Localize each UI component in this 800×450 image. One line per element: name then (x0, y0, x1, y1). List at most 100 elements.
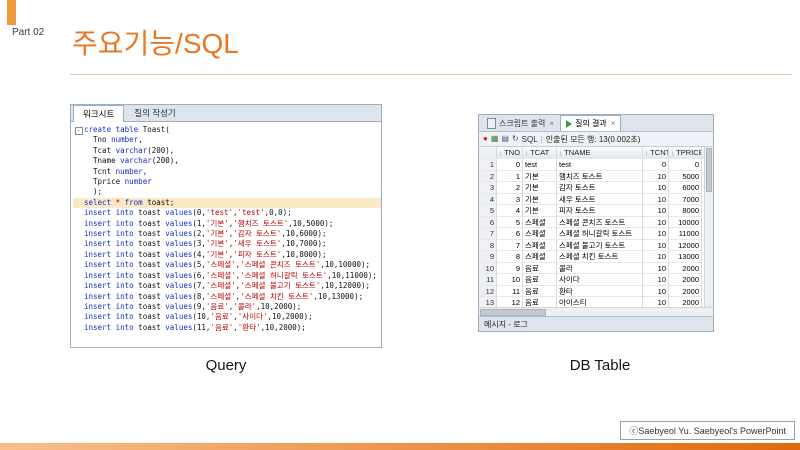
toolbar-separator: | (540, 134, 543, 144)
code-text: insert into toast values(8,'스페셜','스페셜 치킨… (84, 291, 364, 301)
table-row[interactable]: 11 10 음료 사이다 10 2000 (479, 274, 704, 286)
code-line[interactable]: Tcnt number, (73, 167, 381, 177)
code-text: insert into toast values(9,'음료','콜라',10,… (84, 301, 302, 311)
table-row[interactable]: 9 8 스페셜 스페셜 치킨 토스트 10 13000 (479, 251, 704, 263)
grid-cell: 감자 토스트 (557, 182, 643, 194)
close-icon[interactable]: × (611, 119, 616, 128)
grid-cell: 13000 (669, 251, 702, 263)
code-line[interactable]: insert into toast values(7,'스페셜','스페셜 불고… (73, 281, 381, 291)
row-number: 6 (479, 216, 497, 228)
table-row[interactable]: 13 12 음료 아이스티 10 2000 (479, 297, 704, 307)
grid-cell: 8000 (669, 205, 702, 217)
grid-cell: 12 (497, 297, 523, 307)
results-tab[interactable]: 스크립트 출력 × (481, 115, 560, 131)
code-line[interactable]: insert into toast values(3,'기본','새우 토스트'… (73, 239, 381, 249)
editor-tab[interactable]: 워크시트 (73, 105, 125, 122)
code-line[interactable]: select * from toast; (73, 197, 381, 209)
sort-icon: ↕ (671, 150, 675, 157)
grid-cell: 2000 (669, 274, 702, 286)
grid-cell: 스페셜 (523, 251, 557, 263)
horizontal-scrollbar[interactable] (479, 307, 713, 316)
message-log-tab[interactable]: 메시지 - 로그 (479, 316, 713, 331)
grid-cell: 8 (497, 251, 523, 263)
grid-cell: 10 (643, 239, 669, 251)
code-gutter (73, 198, 84, 208)
save-grid-icon[interactable]: ▤ (501, 135, 509, 143)
editor-tab[interactable]: 질의 작성기 (124, 104, 185, 121)
code-line[interactable]: insert into toast values(9,'음료','콜라',10,… (73, 302, 381, 312)
code-area[interactable]: - create table Toast( Tno number, Tcat va… (71, 122, 381, 347)
code-text: Tname varchar(200), (84, 156, 179, 166)
refresh-icon[interactable]: ↻ (512, 135, 519, 143)
results-tab[interactable]: 질의 결과 × (560, 115, 622, 131)
grid-cell: 아이스티 (557, 297, 643, 307)
table-row[interactable]: 3 2 기본 감자 토스트 10 6000 (479, 182, 704, 194)
grid-cell: 10 (643, 274, 669, 286)
table-row[interactable]: 1 0 test test 0 0 (479, 159, 704, 171)
code-line[interactable]: ); (73, 187, 381, 197)
grid-cell: 피자 토스트 (557, 205, 643, 217)
table-row[interactable]: 2 1 기본 햄치즈 토스트 10 5000 (479, 170, 704, 182)
table-row[interactable]: 7 6 스페셜 스페셜 허니갈릭 토스트 10 11000 (479, 228, 704, 240)
code-line[interactable]: Tname varchar(200), (73, 156, 381, 166)
code-text: insert into toast values(1,'기본','햄치즈 토스트… (84, 218, 334, 228)
code-line[interactable]: - create table Toast( (73, 125, 381, 135)
code-line[interactable]: insert into toast values(11,'음료','환타',10… (73, 323, 381, 333)
column-header[interactable]: ↕ TCNT (643, 147, 669, 159)
code-text: insert into toast values(11,'음료','환타',10… (84, 322, 306, 332)
code-line[interactable]: insert into toast values(5,'스페셜','스페셜 콘치… (73, 260, 381, 270)
code-line[interactable]: insert into toast values(0,'test','test'… (73, 208, 381, 218)
sort-icon: ↕ (499, 150, 503, 157)
grid-cell: 2000 (669, 297, 702, 307)
code-line[interactable]: insert into toast values(8,'스페셜','스페셜 치킨… (73, 292, 381, 302)
table-row[interactable]: 4 3 기본 새우 토스트 10 7000 (479, 193, 704, 205)
table-row[interactable]: 5 4 기본 피자 토스트 10 8000 (479, 205, 704, 217)
credit-box: ⓒSaebyeol Yu. Saebyeol's PowerPoint (620, 421, 795, 440)
column-header[interactable]: ↕ TPRICE (669, 147, 702, 159)
toolbar-icons: ● ▦ ▤ ↻ (483, 135, 519, 143)
code-text: insert into toast values(4,'기본','피자 토스트'… (84, 249, 327, 259)
code-line[interactable]: Tcat varchar(200), (73, 146, 381, 156)
vertical-scrollbar[interactable] (704, 147, 713, 307)
table-row[interactable]: 8 7 스페셜 스페셜 불고기 토스트 10 12000 (479, 239, 704, 251)
pin-icon[interactable]: ● (483, 135, 488, 143)
row-number: 9 (479, 251, 497, 263)
horizontal-scrollbar-thumb[interactable] (480, 309, 546, 316)
code-line[interactable]: insert into toast values(1,'기본','햄치즈 토스트… (73, 219, 381, 229)
grid-cell: 스페셜 콘치즈 토스트 (557, 216, 643, 228)
grid-cell: 음료 (523, 297, 557, 307)
table-row[interactable]: 10 9 음료 콜라 10 2000 (479, 262, 704, 274)
code-gutter (73, 187, 84, 197)
grid-cell: test (523, 159, 557, 171)
row-number: 11 (479, 274, 497, 286)
part-label: Part 02 (12, 27, 45, 38)
code-text: create table Toast( (84, 125, 170, 134)
table-row[interactable]: 6 5 스페셜 스페셜 콘치즈 토스트 10 10000 (479, 216, 704, 228)
column-header[interactable]: ↕ TCAT (523, 147, 557, 159)
close-icon[interactable]: × (549, 119, 554, 128)
corner-accent (7, 0, 16, 25)
fold-marker-icon: - (73, 125, 84, 135)
column-header[interactable]: ↕ TNAME (557, 147, 643, 159)
code-line[interactable]: insert into toast values(10,'음료','사이다',1… (73, 312, 381, 322)
page-title: 주요기능/SQL (72, 28, 239, 59)
grid-export-icon[interactable]: ▦ (491, 135, 499, 143)
grid-cell: 스페셜 (523, 216, 557, 228)
code-line[interactable]: Tprice number (73, 177, 381, 187)
grid-cell: 7 (497, 239, 523, 251)
table-row[interactable]: 12 11 음료 환타 10 2000 (479, 285, 704, 297)
grid-cell: 10 (643, 193, 669, 205)
vertical-scrollbar-thumb[interactable] (706, 148, 712, 192)
grid-cell: test (557, 159, 643, 171)
title-divider (70, 74, 792, 75)
column-header[interactable]: ↕ TNO (497, 147, 523, 159)
code-line[interactable]: insert into toast values(2,'기본','감자 토스트'… (73, 229, 381, 239)
editor-tabs: 워크시트 질의 작성기 (71, 105, 381, 122)
row-number: 2 (479, 170, 497, 182)
code-line[interactable]: insert into toast values(4,'기본','피자 토스트'… (73, 250, 381, 260)
row-number: 5 (479, 205, 497, 217)
grid-cell: 11 (497, 285, 523, 297)
code-line[interactable]: Tno number, (73, 135, 381, 145)
grid-cell: 기본 (523, 193, 557, 205)
code-line[interactable]: insert into toast values(6,'스페셜','스페셜 허니… (73, 271, 381, 281)
